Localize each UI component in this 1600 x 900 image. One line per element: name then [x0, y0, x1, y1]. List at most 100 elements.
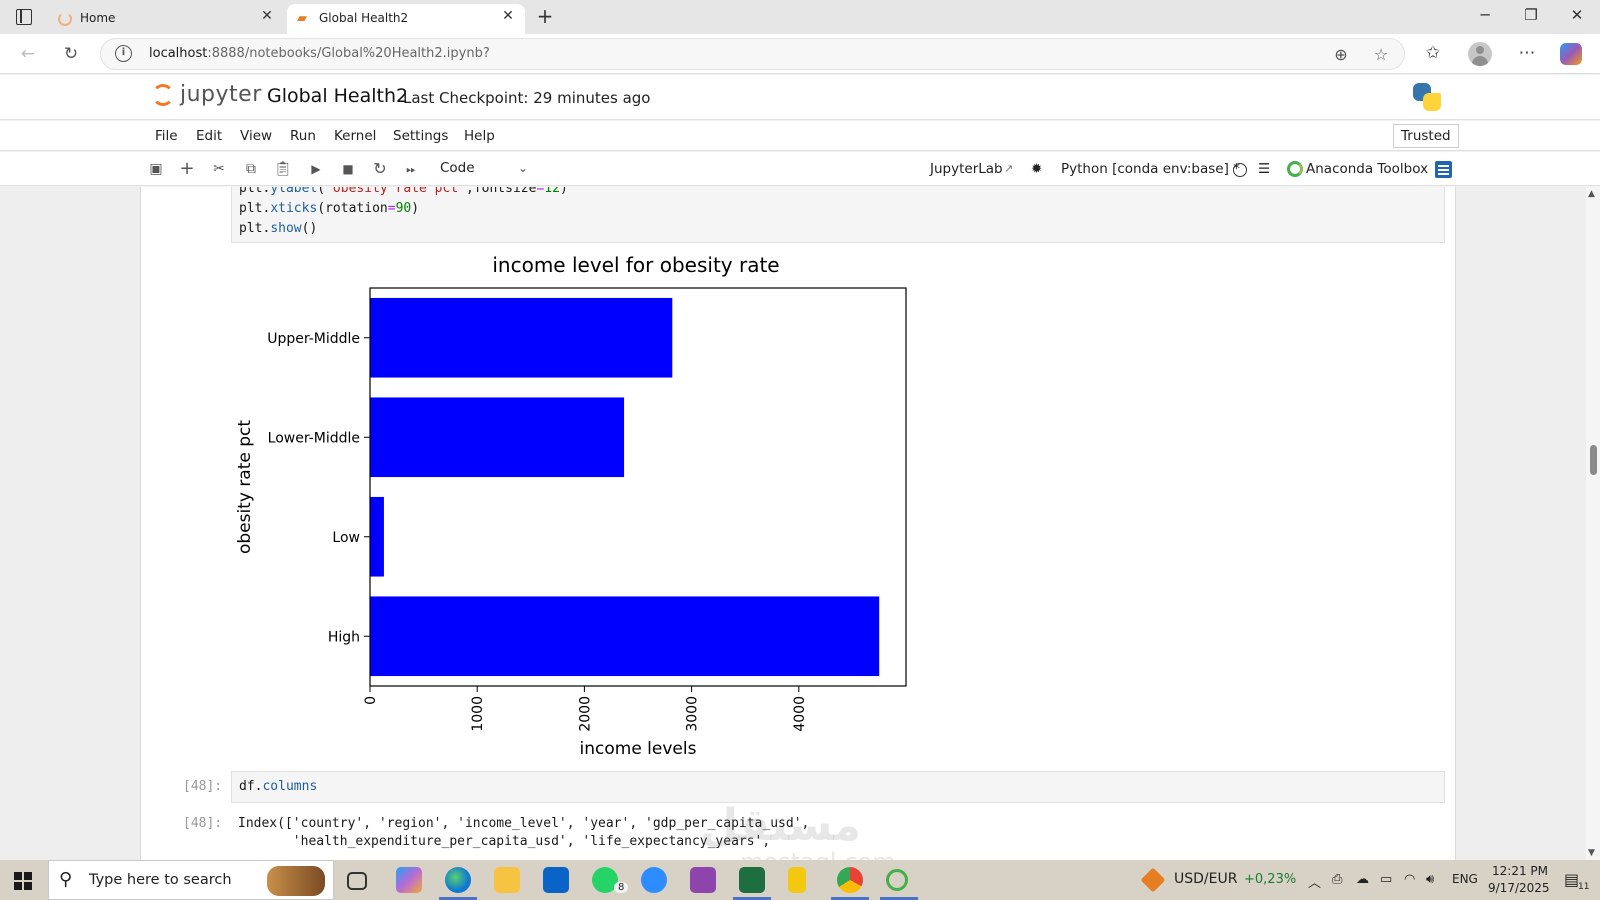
anaconda-toolbox-label[interactable]: Anaconda Toolbox — [1306, 161, 1428, 177]
anaconda-icon[interactable] — [1287, 161, 1303, 177]
output-prompt: [48]: — [183, 816, 223, 831]
windows-start-icon[interactable] — [14, 872, 32, 890]
cut-icon[interactable]: ✂ — [209, 159, 229, 179]
kernel-status-icon — [1233, 163, 1247, 177]
bar-upper-middle — [370, 297, 673, 378]
code-line: plt.show() — [239, 221, 318, 236]
tab-actions-icon[interactable] — [16, 9, 32, 25]
menu-view[interactable]: View — [240, 128, 272, 144]
excel-icon[interactable] — [739, 867, 765, 893]
scroll-thumb[interactable] — [1590, 445, 1597, 475]
jupyter-logo-icon[interactable] — [152, 84, 174, 106]
chevron-down-icon[interactable]: ⌄ — [518, 161, 528, 175]
menu-file[interactable]: File — [155, 128, 178, 144]
scroll-down-icon[interactable]: ▼ — [1588, 848, 1595, 858]
clock-time[interactable]: 12:21 PM — [1492, 864, 1548, 878]
menu-help[interactable]: Help — [464, 128, 495, 144]
tab-title: Home — [80, 11, 116, 25]
menu-kernel[interactable]: Kernel — [334, 128, 376, 144]
restore-icon[interactable]: ❐ — [1516, 6, 1546, 24]
outlook-icon[interactable] — [543, 867, 569, 893]
y-tick-label: Low — [332, 530, 360, 546]
menu-lines-icon[interactable]: ☰ — [1258, 161, 1270, 177]
cloud-icon[interactable]: ☁ — [1356, 872, 1369, 887]
copilot-app-icon[interactable] — [396, 867, 422, 893]
language-indicator[interactable]: ENG — [1452, 872, 1478, 886]
search-highlight-image — [267, 866, 325, 896]
copy-icon[interactable]: ⧉ — [241, 159, 261, 179]
power-bi-icon[interactable] — [788, 867, 806, 893]
code-cell-columns[interactable]: df.columns — [231, 771, 1445, 803]
menu-edit[interactable]: Edit — [196, 128, 222, 144]
jupyter-logo-text[interactable]: jupyter — [180, 82, 262, 107]
anaconda-app-icon[interactable] — [886, 869, 908, 891]
cell-type-select[interactable]: Code — [440, 160, 475, 176]
trusted-badge[interactable]: Trusted — [1393, 124, 1459, 148]
notifications-icon[interactable]: ▤ — [1564, 870, 1579, 889]
whatsapp-badge: 8 — [614, 882, 629, 893]
refresh-icon[interactable]: ↻ — [59, 42, 83, 66]
wifi-icon[interactable]: ◠ — [1404, 872, 1415, 887]
paste-icon[interactable]: 📋︎ — [273, 159, 293, 179]
currency-widget-icon[interactable] — [1140, 867, 1166, 893]
task-view-icon[interactable] — [347, 872, 367, 890]
jupyterlab-link[interactable]: JupyterLab — [930, 161, 1003, 177]
copilot-icon[interactable] — [1560, 43, 1582, 65]
restart-icon[interactable]: ↻ — [370, 159, 390, 179]
currency-pair[interactable]: USD/EUR — [1174, 871, 1237, 887]
zoom-icon[interactable]: ⊕ — [1331, 45, 1351, 64]
code-line: df.columns — [239, 779, 318, 794]
clock-date[interactable]: 9/17/2025 — [1488, 881, 1550, 895]
battery-icon[interactable]: ▭ — [1380, 872, 1392, 887]
x-axis-label: income levels — [580, 739, 697, 759]
menu-settings[interactable]: Settings — [393, 128, 448, 144]
minimize-icon[interactable]: ─ — [1470, 6, 1500, 24]
scroll-up-icon[interactable]: ▲ — [1588, 189, 1595, 199]
url-field[interactable]: i localhost:8888/notebooks/Global%20Heal… — [100, 38, 1405, 70]
notebook-favicon-icon: ▰ — [297, 11, 307, 26]
chart-title: income level for obesity rate — [492, 253, 779, 277]
x-ticks: 0 1000 2000 3000 4000 — [363, 686, 808, 732]
notebook-title[interactable]: Global Health2 — [267, 85, 408, 107]
external-link-icon[interactable]: ↗ — [1004, 162, 1013, 175]
run-icon[interactable]: ▶ — [306, 159, 326, 179]
visual-studio-icon[interactable] — [690, 867, 716, 893]
save-icon[interactable]: ▣ — [146, 159, 166, 179]
debugger-bug-icon[interactable]: ✹ — [1031, 161, 1042, 177]
address-bar-row: ← ↻ i localhost:8888/notebooks/Global%20… — [0, 34, 1600, 74]
more-options-icon[interactable]: ⋯ — [1514, 43, 1540, 63]
fast-forward-icon[interactable]: ⏩︎ — [401, 159, 421, 179]
notebook-page: plt.ylabel('obesity rate pct',fontsize=1… — [140, 187, 1456, 860]
profile-avatar[interactable] — [1468, 42, 1492, 66]
edge-icon[interactable] — [445, 867, 471, 893]
taskbar-search[interactable]: ⚲ Type here to search — [48, 860, 334, 900]
close-window-icon[interactable]: ✕ — [1562, 6, 1592, 24]
code-cell-plot[interactable]: plt.ylabel('obesity rate pct',fontsize=1… — [231, 187, 1445, 243]
new-tab-button[interactable]: + — [533, 4, 557, 28]
zoom-app-icon[interactable] — [641, 867, 667, 893]
vertical-scrollbar[interactable]: ▲ ▼ — [1586, 187, 1600, 860]
bar-chart: income level for obesity rate High Low Low… — [235, 253, 907, 759]
device-icon[interactable]: ⎙ — [1332, 872, 1342, 887]
search-icon: ⚲ — [59, 869, 73, 890]
close-tab-icon[interactable]: ✕ — [499, 8, 517, 24]
back-arrow-icon[interactable]: ← — [16, 42, 40, 66]
tab-home[interactable]: Home ✕ — [48, 4, 284, 34]
favorite-star-icon[interactable]: ☆ — [1371, 45, 1391, 64]
close-tab-icon[interactable]: ✕ — [258, 8, 276, 24]
tab-global-health2[interactable]: ▰ Global Health2 ✕ — [287, 4, 525, 34]
favorites-icon[interactable]: ✩ — [1420, 43, 1446, 63]
show-hidden-icons-icon[interactable]: ︿ — [1308, 872, 1321, 891]
add-cell-icon[interactable]: + — [177, 159, 197, 179]
volume-icon[interactable]: 🔊︎ — [1426, 872, 1434, 887]
search-placeholder: Type here to search — [89, 872, 232, 888]
site-info-icon[interactable]: i — [115, 45, 132, 62]
output-line: 'health_expenditure_per_capita_usd', 'li… — [238, 834, 771, 849]
chrome-icon[interactable] — [837, 867, 863, 893]
kernel-name[interactable]: Python [conda env:base] * — [1061, 161, 1240, 177]
file-explorer-icon[interactable] — [494, 867, 520, 893]
menu-run[interactable]: Run — [290, 128, 316, 144]
toolbox-panel-icon[interactable] — [1435, 161, 1452, 178]
x-tick-label: 0 — [363, 696, 379, 705]
stop-icon[interactable]: ■ — [338, 159, 358, 179]
